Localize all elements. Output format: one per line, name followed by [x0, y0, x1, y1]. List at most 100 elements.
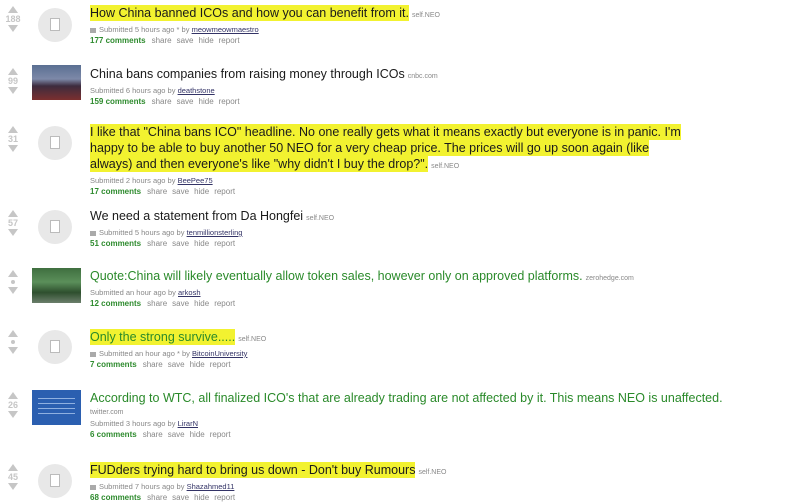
author-link[interactable]: Shazahmed11	[187, 482, 235, 491]
author-link[interactable]: LirarN	[178, 419, 198, 428]
share-link[interactable]: share	[143, 360, 163, 369]
author-link[interactable]: arkosh	[178, 288, 201, 297]
score: 99	[7, 76, 18, 86]
downvote-icon[interactable]	[8, 145, 18, 152]
comments-link[interactable]: 7 comments	[90, 360, 137, 369]
upvote-icon[interactable]	[8, 6, 18, 13]
share-link[interactable]: share	[143, 430, 163, 439]
downvote-icon[interactable]	[8, 229, 18, 236]
post: 57 We need a statement from Da Hongfei se…	[0, 204, 800, 256]
post-domain[interactable]: self.NEO	[418, 469, 446, 476]
share-link[interactable]: share	[147, 299, 167, 308]
post-domain[interactable]: zerohedge.com	[586, 275, 634, 282]
downvote-icon[interactable]	[8, 483, 18, 490]
share-link[interactable]: share	[147, 239, 167, 248]
post-title[interactable]: Only the strong survive.....	[90, 329, 236, 345]
hide-link[interactable]: hide	[199, 36, 214, 45]
default-thumbnail-icon[interactable]	[38, 210, 72, 244]
post-title[interactable]: We need a statement from Da Hongfei	[90, 209, 303, 223]
upvote-icon[interactable]	[8, 464, 18, 471]
post-thumbnail[interactable]	[32, 390, 81, 425]
post-title[interactable]: China bans companies from raising money …	[90, 67, 405, 81]
downvote-icon[interactable]	[8, 287, 18, 294]
save-link[interactable]: save	[168, 430, 185, 439]
save-link[interactable]: save	[168, 360, 185, 369]
post-title[interactable]: Quote:China will likely eventually allow…	[90, 269, 583, 283]
save-link[interactable]: save	[172, 187, 189, 196]
post-title[interactable]: FUDders trying hard to bring us down - D…	[90, 462, 416, 478]
post-title[interactable]: According to WTC, all finalized ICO's th…	[90, 391, 723, 405]
flair-icon	[90, 27, 96, 33]
hide-link[interactable]: hide	[194, 187, 209, 196]
upvote-icon[interactable]	[8, 330, 18, 337]
submitted-text: Submitted 7 hours ago by	[99, 482, 185, 491]
default-thumbnail-icon[interactable]	[38, 330, 72, 364]
comments-link[interactable]: 12 comments	[90, 299, 141, 308]
upvote-icon[interactable]	[8, 126, 18, 133]
upvote-icon[interactable]	[8, 68, 18, 75]
share-link[interactable]: share	[147, 187, 167, 196]
author-link[interactable]: meowmeowmaestro	[192, 25, 259, 34]
hide-link[interactable]: hide	[194, 239, 209, 248]
report-link[interactable]: report	[210, 430, 231, 439]
submitted-text: Submitted 5 hours ago by	[99, 228, 185, 237]
post-domain[interactable]: twitter.com	[90, 409, 123, 416]
report-link[interactable]: report	[214, 299, 235, 308]
post-domain[interactable]: cnbc.com	[408, 73, 438, 80]
report-link[interactable]: report	[219, 36, 240, 45]
default-thumbnail-icon[interactable]	[38, 8, 72, 42]
post-thumbnail[interactable]	[32, 65, 81, 100]
flair-icon	[90, 351, 96, 357]
report-link[interactable]: report	[214, 187, 235, 196]
hide-link[interactable]: hide	[199, 97, 214, 106]
save-link[interactable]: save	[172, 493, 189, 502]
comments-link[interactable]: 6 comments	[90, 430, 137, 439]
report-link[interactable]: report	[219, 97, 240, 106]
post-domain[interactable]: self.NEO	[431, 163, 459, 170]
comments-link[interactable]: 68 comments	[90, 493, 141, 502]
post-domain[interactable]: self.NEO	[306, 215, 334, 222]
submitted-text: Submitted 6 hours ago by	[90, 86, 176, 95]
upvote-icon[interactable]	[8, 270, 18, 277]
flair-icon	[90, 484, 96, 490]
save-link[interactable]: save	[177, 97, 194, 106]
post-title[interactable]: I like that "China bans ICO" headline. N…	[90, 124, 681, 172]
downvote-icon[interactable]	[8, 25, 18, 32]
post: 188 How China banned ICOs and how you ca…	[0, 0, 800, 58]
post-thumbnail[interactable]	[32, 268, 81, 303]
author-link[interactable]: deathstone	[178, 86, 215, 95]
comments-link[interactable]: 17 comments	[90, 187, 141, 196]
hide-link[interactable]: hide	[194, 299, 209, 308]
save-link[interactable]: save	[177, 36, 194, 45]
post-domain[interactable]: self.NEO	[412, 12, 440, 19]
post-domain[interactable]: self.NEO	[238, 336, 266, 343]
report-link[interactable]: report	[214, 493, 235, 502]
comments-link[interactable]: 51 comments	[90, 239, 141, 248]
share-link[interactable]: share	[152, 36, 172, 45]
author-link[interactable]: tenmillionsterling	[187, 228, 243, 237]
author-link[interactable]: BitcoinUniversity	[192, 349, 247, 358]
downvote-icon[interactable]	[8, 347, 18, 354]
score: 57	[7, 218, 18, 228]
hide-link[interactable]: hide	[190, 430, 205, 439]
share-link[interactable]: share	[152, 97, 172, 106]
score-dot	[11, 280, 15, 284]
author-link[interactable]: BeePee75	[178, 176, 213, 185]
upvote-icon[interactable]	[8, 392, 18, 399]
report-link[interactable]: report	[210, 360, 231, 369]
post: 99 China bans companies from raising mon…	[0, 62, 800, 112]
hide-link[interactable]: hide	[190, 360, 205, 369]
default-thumbnail-icon[interactable]	[38, 126, 72, 160]
upvote-icon[interactable]	[8, 210, 18, 217]
post-title[interactable]: How China banned ICOs and how you can be…	[90, 5, 409, 21]
default-thumbnail-icon[interactable]	[38, 464, 72, 498]
report-link[interactable]: report	[214, 239, 235, 248]
share-link[interactable]: share	[147, 493, 167, 502]
hide-link[interactable]: hide	[194, 493, 209, 502]
downvote-icon[interactable]	[8, 411, 18, 418]
save-link[interactable]: save	[172, 239, 189, 248]
comments-link[interactable]: 159 comments	[90, 97, 146, 106]
comments-link[interactable]: 177 comments	[90, 36, 146, 45]
downvote-icon[interactable]	[8, 87, 18, 94]
save-link[interactable]: save	[172, 299, 189, 308]
